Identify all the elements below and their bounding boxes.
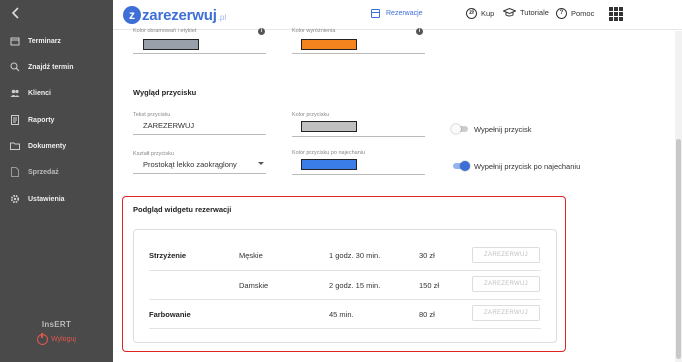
logout-label: Wyloguj <box>51 336 76 343</box>
service-price: 150 zł <box>419 281 440 290</box>
logo-mark: z <box>123 6 141 24</box>
frame-color-swatch[interactable] <box>143 39 199 50</box>
sidebar-item-dokumenty[interactable]: Dokumenty <box>0 136 113 156</box>
service-variant: Męskie <box>239 251 263 260</box>
sidebar-item-ustawienia[interactable]: Ustawienia <box>0 189 113 209</box>
scrollbar-thumb[interactable] <box>676 139 681 359</box>
fill-hover-label: Wypełnij przycisk po najechaniu <box>474 162 581 171</box>
fill-button-toggle[interactable] <box>451 124 469 134</box>
sidebar-item-raporty[interactable]: Raporty <box>0 110 113 130</box>
button-text-input[interactable]: ZAREZERWUJ <box>143 121 194 130</box>
frame-color-label: Kolor obramowań i etykiet <box>133 28 197 34</box>
field-underline <box>133 173 266 174</box>
fill-button-label: Wypełnij przycisk <box>474 125 532 134</box>
top-bar: z zarezerwuj .pl Rezerwacje zł Kup Tutor… <box>113 0 682 30</box>
sidebar: Terminarz Znajdź termin Klienci Raporty … <box>0 0 113 362</box>
service-duration: 2 godz. 15 min. <box>329 281 381 290</box>
button-color-label: Kolor przycisku <box>292 112 330 118</box>
button-color-swatch[interactable] <box>301 121 357 132</box>
row-divider <box>149 299 541 300</box>
row-divider <box>149 328 541 329</box>
nav-help[interactable]: ? Pomoc <box>556 8 594 19</box>
sidebar-item-terminarz[interactable]: Terminarz <box>0 31 113 51</box>
field-underline <box>133 53 266 54</box>
service-price: 30 zł <box>419 251 435 260</box>
sidebar-item-label: Znajdź termin <box>28 63 74 71</box>
service-duration: 1 godz. 30 min. <box>329 251 381 260</box>
button-shape-label: Kształt przycisku <box>133 151 174 157</box>
book-button[interactable]: ZAREZERWUJ <box>472 305 540 321</box>
service-variant: Damskie <box>239 281 269 290</box>
book-button[interactable]: ZAREZERWUJ <box>472 276 540 292</box>
button-shape-select[interactable]: Prostokąt lekko zaokrąglony <box>143 160 237 169</box>
field-underline <box>292 136 425 137</box>
service-name: Strzyżenie <box>149 251 187 260</box>
report-icon <box>10 115 20 125</box>
hover-color-swatch[interactable] <box>301 159 357 170</box>
sidebar-item-label: Dokumenty <box>28 142 67 150</box>
nav-tutorials-label: Tutoriale <box>520 8 549 17</box>
info-icon[interactable]: i <box>416 28 423 35</box>
section-title-button: Wygląd przycisku <box>133 88 197 97</box>
sidebar-item-znajdz-termin[interactable]: Znajdź termin <box>0 57 113 77</box>
people-icon <box>10 88 20 98</box>
calendar-icon <box>371 9 380 18</box>
help-icon: ? <box>556 8 567 19</box>
logo-suffix: .pl <box>217 13 227 22</box>
brand-label: InsERT <box>41 320 72 329</box>
preview-title: Podgląd widgetu rezerwacji <box>133 205 232 214</box>
calendar-icon <box>10 36 20 46</box>
nav-help-label: Pomoc <box>571 9 595 18</box>
highlight-color-swatch[interactable] <box>301 39 357 50</box>
button-text-label: Tekst przycisku <box>133 112 171 118</box>
document-icon <box>10 167 20 177</box>
sidebar-item-label: Klienci <box>28 89 51 97</box>
sidebar-item-label: Raporty <box>28 116 55 124</box>
nav-buy[interactable]: zł Kup <box>466 8 494 19</box>
gear-icon <box>10 194 20 204</box>
sidebar-item-label: Ustawienia <box>28 195 65 203</box>
folder-icon <box>10 141 20 151</box>
service-price: 80 zł <box>419 310 435 319</box>
service-duration: 45 min. <box>329 310 354 319</box>
logout-button[interactable]: Wyloguj <box>0 333 113 345</box>
sidebar-item-sprzedaz[interactable]: Sprzedaż <box>0 162 113 182</box>
field-underline <box>292 174 425 175</box>
fill-hover-toggle[interactable] <box>451 161 470 171</box>
book-button[interactable]: ZAREZERWUJ <box>472 247 540 263</box>
sidebar-item-label: Sprzedaż <box>28 168 59 176</box>
nav-reservations-label: Rezerwacje <box>386 10 423 17</box>
field-underline <box>133 134 266 135</box>
graduation-cap-icon <box>502 7 517 17</box>
search-icon <box>10 62 20 72</box>
highlight-color-label: Kolor wyróżnienia <box>292 28 336 34</box>
app-logo[interactable]: z zarezerwuj .pl <box>123 6 226 24</box>
apps-grid-icon[interactable] <box>609 7 623 21</box>
logo-text: zarezerwuj <box>142 6 217 24</box>
nav-buy-label: Kup <box>481 9 495 18</box>
scrollbar[interactable] <box>675 31 682 362</box>
hover-color-label: Kolor przycisku po najechaniu <box>292 150 366 156</box>
chevron-down-icon[interactable] <box>258 162 264 165</box>
power-icon <box>37 333 49 345</box>
info-icon[interactable]: i <box>258 28 265 35</box>
nav-reservations[interactable]: Rezerwacje <box>371 9 423 18</box>
field-underline <box>292 53 425 54</box>
row-divider <box>149 270 541 271</box>
nav-tutorials[interactable]: Tutoriale <box>502 7 549 17</box>
sidebar-item-label: Terminarz <box>28 37 61 45</box>
sidebar-item-klienci[interactable]: Klienci <box>0 83 113 103</box>
service-name: Farbowanie <box>149 310 191 319</box>
back-arrow-icon[interactable] <box>10 6 24 20</box>
coin-icon: zł <box>466 8 477 19</box>
